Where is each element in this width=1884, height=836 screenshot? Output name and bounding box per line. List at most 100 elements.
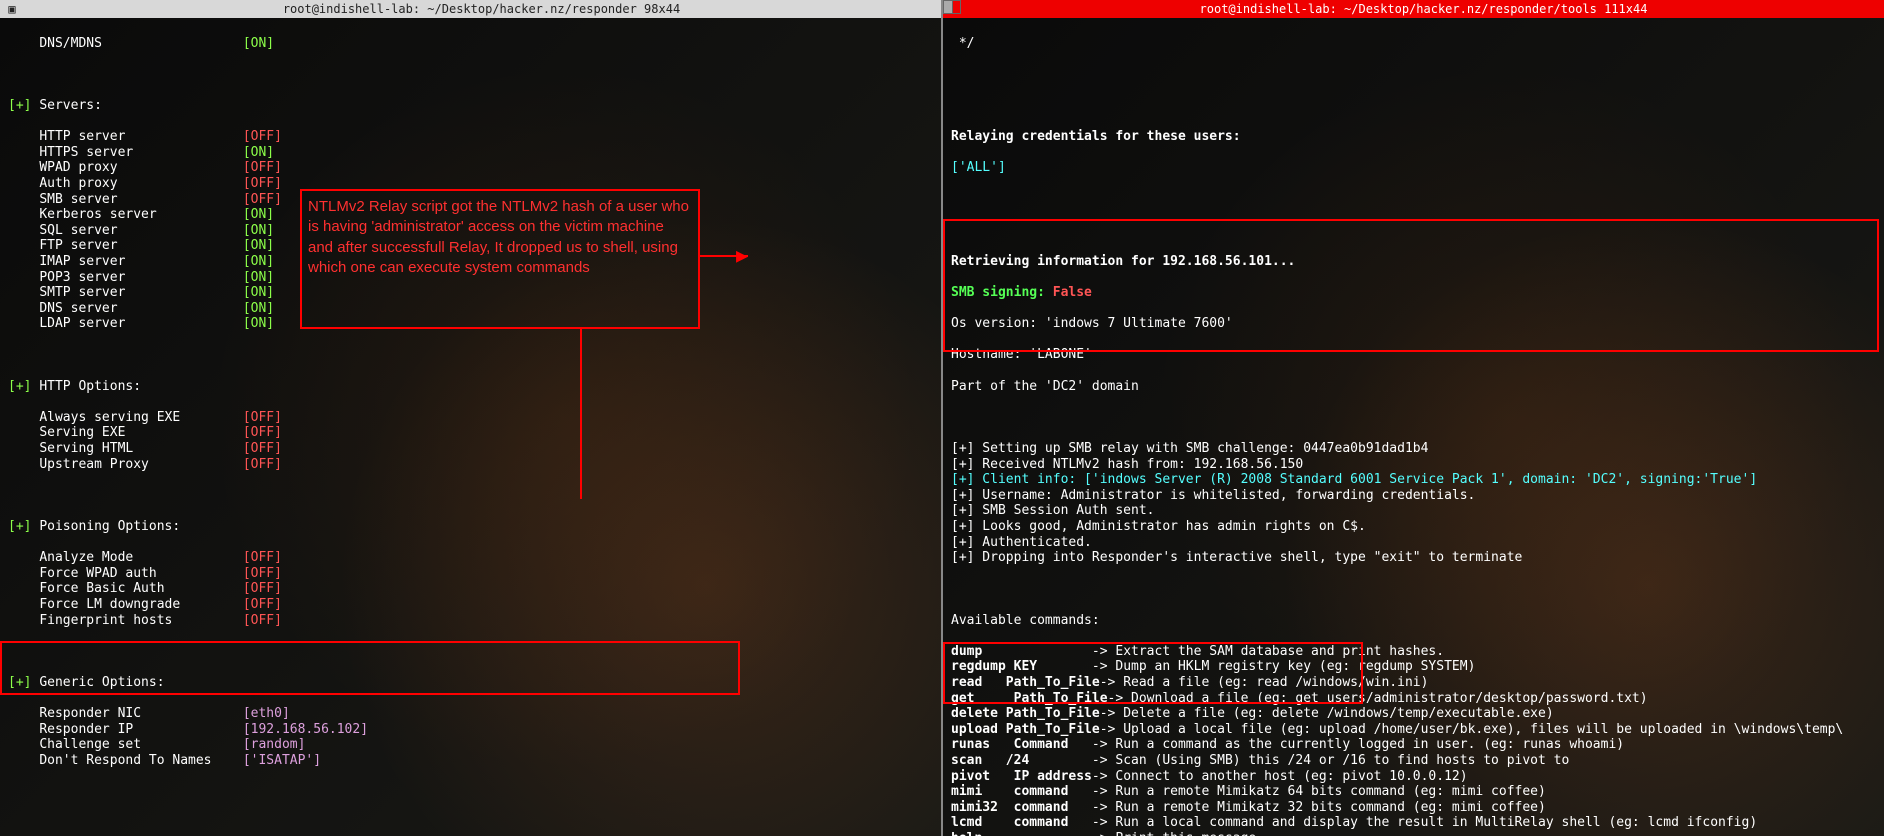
relay-users: ['ALL'] xyxy=(951,160,1876,176)
relay-step: [+] Setting up SMB relay with SMB challe… xyxy=(951,441,1876,457)
cmd-desc: -> Scan (Using SMB) this /24 or /16 to f… xyxy=(1092,753,1569,768)
osver-text: Os version: 'indows 7 Ultimate 7600' xyxy=(951,316,1876,332)
window-icon: ▣ xyxy=(4,1,20,17)
cfg-label: Upstream Proxy xyxy=(39,457,243,472)
avail-header: Available commands: xyxy=(951,613,1876,629)
section-marker: [+] xyxy=(8,519,31,534)
cfg-val: [ON] xyxy=(243,285,274,300)
cmd-desc: -> Delete a file (eg: delete /windows/te… xyxy=(1100,706,1554,721)
cmd-desc: -> Read a file (eg: read /windows/win.in… xyxy=(1100,675,1429,690)
left-title: root@indishell-lab: ~/Desktop/hacker.nz/… xyxy=(26,2,937,16)
cfg-label: Serving HTML xyxy=(39,441,243,456)
cfg-val: [OFF] xyxy=(243,410,282,425)
cfg-val: [ON] xyxy=(243,145,274,160)
cfg-label: Don't Respond To Names xyxy=(39,753,243,768)
cmd-name: dump xyxy=(951,644,1092,659)
cfg-label: Force WPAD auth xyxy=(39,566,243,581)
cfg-label: HTTPS server xyxy=(39,145,243,160)
cmd-desc: -> Run a remote Mimikatz 32 bits command… xyxy=(1092,800,1546,815)
terminal-left[interactable]: ▣ root@indishell-lab: ~/Desktop/hacker.n… xyxy=(0,0,943,836)
cfg-val: [OFF] xyxy=(243,550,282,565)
cmd-desc: -> Download a file (eg: get users/admini… xyxy=(1108,691,1648,706)
cfg-val: [OFF] xyxy=(243,457,282,472)
annotation-connector xyxy=(580,329,582,499)
relay-step: [+] Received NTLMv2 hash from: 192.168.5… xyxy=(951,457,1876,473)
section-marker: [+] xyxy=(8,675,31,690)
cfg-label: Kerberos server xyxy=(39,207,243,222)
cmd-desc: -> Dump an HKLM registry key (eg: regdum… xyxy=(1092,659,1476,674)
relay-step: [+] Authenticated. xyxy=(951,535,1876,551)
cfg-label: Auth proxy xyxy=(39,176,243,191)
cmd-name: scan /24 xyxy=(951,753,1092,768)
cfg-label: Fingerprint hosts xyxy=(39,613,243,628)
cmd-name: help xyxy=(951,831,1092,836)
cfg-label: SMB server xyxy=(39,192,243,207)
cfg-val: [OFF] xyxy=(243,129,282,144)
cfg-val: [OFF] xyxy=(243,192,282,207)
cfg-val: [OFF] xyxy=(243,176,282,191)
cfg-val: [ON] xyxy=(243,223,274,238)
right-titlebar: root@indishell-lab: ~/Desktop/hacker.nz/… xyxy=(943,0,1884,18)
smb-signing-label: SMB signing: xyxy=(951,285,1053,300)
terminal-right[interactable]: root@indishell-lab: ~/Desktop/hacker.nz/… xyxy=(943,0,1884,836)
cmd-desc: -> Run a command as the currently logged… xyxy=(1092,737,1624,752)
cfg-val: [random] xyxy=(243,737,306,752)
cfg-val: [OFF] xyxy=(243,441,282,456)
relay-step: [+] Username: Administrator is whitelist… xyxy=(951,488,1876,504)
cfg-label: LDAP server xyxy=(39,316,243,331)
cmd-name: regdump KEY xyxy=(951,659,1092,674)
cmd-name: read Path_To_File xyxy=(951,675,1100,690)
cfg-val: [ON] xyxy=(243,301,274,316)
section-marker: [+] xyxy=(8,379,31,394)
retrieve-text: Retrieving information for 192.168.56.10… xyxy=(951,254,1876,270)
servers-header: Servers: xyxy=(39,98,102,113)
cfg-val: [OFF] xyxy=(243,597,282,612)
right-title: root@indishell-lab: ~/Desktop/hacker.nz/… xyxy=(967,2,1880,16)
cfg-label: IMAP server xyxy=(39,254,243,269)
cmd-desc: -> Run a local command and display the r… xyxy=(1092,815,1757,830)
cfg-label: WPAD proxy xyxy=(39,160,243,175)
section-marker: [+] xyxy=(8,98,31,113)
cfg-label: FTP server xyxy=(39,238,243,253)
relay-step: [+] Dropping into Responder's interactiv… xyxy=(951,550,1876,566)
left-titlebar: ▣ root@indishell-lab: ~/Desktop/hacker.n… xyxy=(0,0,941,18)
cfg-label: Serving EXE xyxy=(39,425,243,440)
cfg-val: [OFF] xyxy=(243,566,282,581)
relay-header: Relaying credentials for these users: xyxy=(951,129,1876,145)
http-options-header: HTTP Options: xyxy=(39,379,141,394)
smb-signing-val: False xyxy=(1053,285,1092,300)
cmd-name: upload Path_To_File xyxy=(951,722,1100,737)
cmd-name: lcmd command xyxy=(951,815,1092,830)
comment-text: */ xyxy=(959,36,975,51)
cfg-label: Responder IP xyxy=(39,722,243,737)
cfg-label: Challenge set xyxy=(39,737,243,752)
annotation-arrow xyxy=(700,255,748,257)
cmd-name: delete Path_To_File xyxy=(951,706,1100,721)
cfg-val: [ON] xyxy=(243,36,274,51)
cfg-label: POP3 server xyxy=(39,270,243,285)
relay-step: [+] Looks good, Administrator has admin … xyxy=(951,519,1876,535)
cfg-val: [ON] xyxy=(243,270,274,285)
cmd-name: pivot IP address xyxy=(951,769,1092,784)
cmd-name: get Path_To_File xyxy=(951,691,1108,706)
cfg-label: Analyze Mode xyxy=(39,550,243,565)
cfg-label: Force LM downgrade xyxy=(39,597,243,612)
cmd-name: mimi32 command xyxy=(951,800,1092,815)
pane-tab-icon xyxy=(943,0,961,14)
domain-text: Part of the 'DC2' domain xyxy=(951,379,1876,395)
cfg-val: [ON] xyxy=(243,238,274,253)
cfg-val: [ON] xyxy=(243,207,274,222)
right-content[interactable]: */ Relaying credentials for these users:… xyxy=(943,18,1884,836)
cfg-label: Always serving EXE xyxy=(39,410,243,425)
left-content[interactable]: DNS/MDNS [ON] [+] Servers: HTTP server [… xyxy=(0,18,941,836)
cfg-val: [192.168.56.102] xyxy=(243,722,368,737)
cfg-row: DNS/MDNS xyxy=(39,36,243,51)
cfg-val: [ON] xyxy=(243,316,274,331)
generic-header: Generic Options: xyxy=(39,675,164,690)
cfg-label: Responder NIC xyxy=(39,706,243,721)
cfg-val: [OFF] xyxy=(243,160,282,175)
hostname-text: Hostname: 'LABONE' xyxy=(951,347,1876,363)
cfg-label: DNS server xyxy=(39,301,243,316)
cmd-desc: -> Extract the SAM database and print ha… xyxy=(1092,644,1444,659)
cfg-val: [eth0] xyxy=(243,706,290,721)
